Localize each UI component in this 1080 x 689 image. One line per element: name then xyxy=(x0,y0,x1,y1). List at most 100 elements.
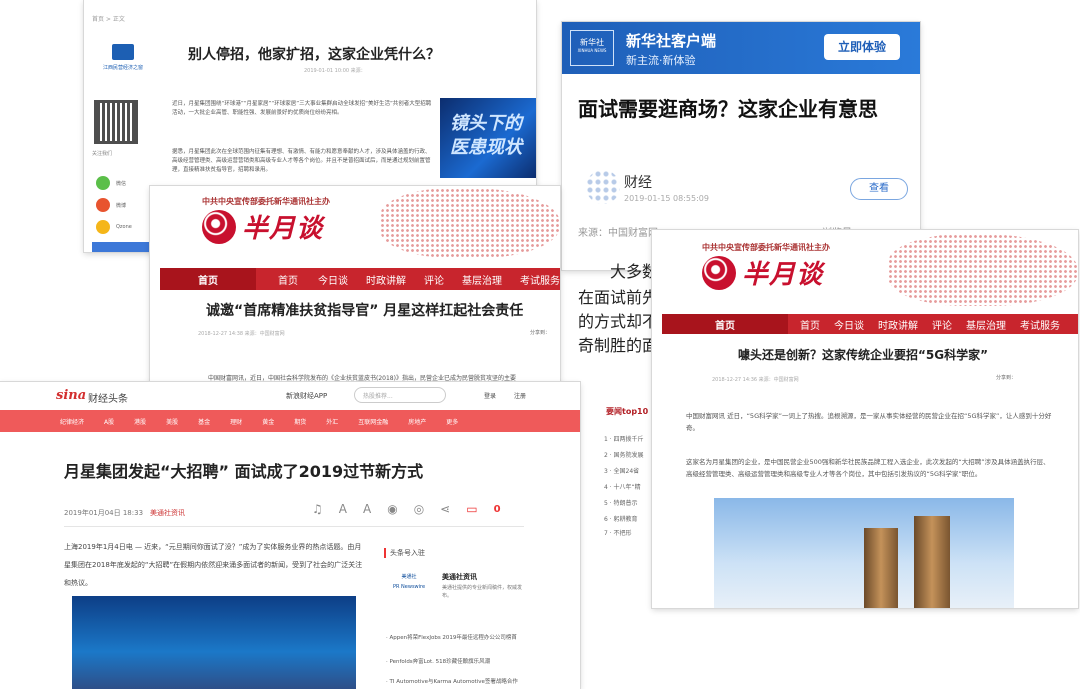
try-now-button[interactable]: 立即体验 xyxy=(824,34,900,60)
share-label: 分享到： xyxy=(996,375,1017,381)
share-qzone[interactable]: Qzone xyxy=(96,216,132,238)
weibo-icon xyxy=(96,198,110,212)
sina-logo[interactable]: sina xyxy=(56,388,86,403)
font-decrease-icon[interactable]: A xyxy=(339,502,347,516)
nav-item[interactable]: 港股 xyxy=(134,417,146,426)
body-line: 的方式却不 xyxy=(578,312,659,331)
nav-item[interactable]: 纪律经济 xyxy=(60,417,84,426)
related-link[interactable]: · TI Automotive与Karma Automotive签署战略合作 xyxy=(386,678,536,686)
article-from: 来源：中国财富网 xyxy=(578,228,658,239)
nav-item[interactable]: 时政讲解 xyxy=(366,272,406,287)
nav-home-active[interactable]: 首页 xyxy=(160,268,256,290)
xinhua-logo: 新华社 XINHUA NEWS xyxy=(570,30,614,66)
article-card-banyuetan-1: 中共中央宣传部委托新华通讯社主办 半月谈 首页 首页 今日谈 时政讲解 评论 基… xyxy=(150,186,560,396)
nav-item[interactable]: 首页 xyxy=(800,317,820,332)
related-link[interactable]: · Penfolds奔富Lot. 518珍藏佳酿旗乐风潮 xyxy=(386,658,536,666)
qr-code xyxy=(94,100,138,144)
audio-icon[interactable]: ♫ xyxy=(312,502,323,516)
nav-item[interactable]: 基金 xyxy=(198,417,210,426)
wechat-share-icon[interactable]: ◎ xyxy=(414,502,424,516)
register-link[interactable]: 注册 xyxy=(514,391,526,400)
weibo-share-icon[interactable]: ◉ xyxy=(387,502,397,516)
article-lead: 上海2019年1月4日电 — 近来，“元旦期间你面试了没？”成为了实体服务业界的… xyxy=(64,543,363,587)
article-title: 诚邀“首席精准扶贫指导官” 月星这样扛起社会责任 xyxy=(206,303,524,319)
comment-count[interactable]: 0 xyxy=(494,504,501,515)
breadcrumb[interactable]: 首页 > 正文 xyxy=(92,14,125,23)
source-name[interactable]: 财经 xyxy=(624,172,652,192)
qr-caption: 关注我们 xyxy=(92,151,113,157)
font-increase-icon[interactable]: A xyxy=(363,502,371,516)
nav-item[interactable]: 首页 xyxy=(278,272,298,287)
article-title: 月星集团发起“大招聘” 面试成了2019过节新方式 xyxy=(64,462,424,481)
site-logo-text: 江西民营经济之窗 xyxy=(102,65,143,71)
site-logo[interactable]: 江西民营经济之窗 xyxy=(98,44,148,78)
search-input[interactable]: 热股推荐... xyxy=(354,387,446,403)
nav-item[interactable]: 今日谈 xyxy=(834,317,864,332)
source-avatar[interactable] xyxy=(586,170,620,204)
list-item[interactable]: 3 · 全国24省 xyxy=(604,466,639,475)
nav-item[interactable]: 评论 xyxy=(932,317,952,332)
masthead-byline: 中共中央宣传部委托新华通讯社主办 xyxy=(702,243,830,252)
nav-item[interactable]: 互联网金融 xyxy=(358,417,388,426)
article-tools: ♫ A A ◉ ◎ ⋖ ▭ 0 xyxy=(312,502,501,516)
nav-item[interactable]: 基层治理 xyxy=(462,272,502,287)
nav-item[interactable]: 美股 xyxy=(166,417,178,426)
related-link[interactable]: · Appen将荣FlexJobs 2019年最佳远程办公公司榜首 xyxy=(386,634,536,642)
comment-icon[interactable]: ▭ xyxy=(466,502,477,516)
nav-item[interactable]: 黄金 xyxy=(262,417,274,426)
body-line: 在面试前先 xyxy=(578,288,659,307)
nav-item[interactable]: 考试服务 xyxy=(1020,317,1060,332)
channel-name[interactable]: 财经头条 xyxy=(88,390,128,405)
article-meta: 2018-12-27 14:38 来源：中国财富网 xyxy=(198,331,285,337)
article-title: 噱头还是创新？这家传统企业要招“5G科学家” xyxy=(738,348,988,362)
nav-item[interactable]: 评论 xyxy=(424,272,444,287)
app-link[interactable]: 新浪财经APP xyxy=(286,391,327,401)
login-link[interactable]: 登录 xyxy=(484,391,496,400)
nav-item[interactable]: A股 xyxy=(104,417,114,426)
main-nav: 首页 首页 今日谈 时政讲解 评论 基层治理 考试服务 xyxy=(662,314,1078,334)
globe-icon xyxy=(202,209,236,244)
banyuetan-logo[interactable]: 半月谈 xyxy=(702,254,823,291)
list-item[interactable]: 1 · 四两拨千斤 xyxy=(604,434,644,443)
share-label: 分享到： xyxy=(530,330,551,336)
main-nav: 首页 首页 今日谈 时政讲解 评论 基层治理 考试服务 xyxy=(160,268,560,290)
list-item[interactable]: 7 · 不把形 xyxy=(604,528,632,537)
list-item[interactable]: 6 · 躬耕教育 xyxy=(604,514,638,523)
article-photo xyxy=(72,596,356,689)
nav-item[interactable]: 基层治理 xyxy=(966,317,1006,332)
world-map xyxy=(888,234,1078,306)
world-map xyxy=(380,188,560,258)
nav-item[interactable]: 今日谈 xyxy=(318,272,348,287)
list-item[interactable]: 2 · 国务院发展 xyxy=(604,450,644,459)
nav-home-active[interactable]: 首页 xyxy=(662,314,788,334)
article-paragraph: 据悉，月星集团此次在全球范围内征集有理想、有激情、有能力和愿意奉献的人才，涉及具… xyxy=(172,149,431,173)
article-source[interactable]: 美通社资讯 xyxy=(150,508,185,518)
blue-tab[interactable] xyxy=(92,242,152,252)
publisher-desc: 美通社提供的专业新闻稿件，权威发布。 xyxy=(442,585,523,599)
article-meta: 2018-12-27 14:36 来源：中国财富网 xyxy=(712,377,799,383)
publisher-name[interactable]: 美通社资讯 xyxy=(442,572,477,582)
share-weibo[interactable]: 微博 xyxy=(96,194,132,216)
wechat-icon xyxy=(96,176,110,190)
nav-item[interactable]: 更多 xyxy=(446,417,458,426)
nav-item[interactable]: 房地产 xyxy=(408,417,426,426)
nav-item[interactable]: 考试服务 xyxy=(520,272,560,287)
ad-banner[interactable]: 镜头下的医患现状 xyxy=(440,98,536,178)
list-item[interactable]: 5 · 特朗普示 xyxy=(604,498,638,507)
prnewswire-logo[interactable]: 美通社 PR Newswire xyxy=(384,572,434,602)
divider xyxy=(64,526,524,527)
share-list: 微信 微博 Qzone xyxy=(96,172,132,238)
article-photo xyxy=(714,498,1014,608)
nav-item[interactable]: 时政讲解 xyxy=(878,317,918,332)
banyuetan-logo[interactable]: 半月谈 xyxy=(202,208,323,245)
view-button[interactable]: 查看 xyxy=(850,178,908,200)
nav-item[interactable]: 理财 xyxy=(230,417,242,426)
share-icon[interactable]: ⋖ xyxy=(440,502,450,516)
list-item[interactable]: 4 · 十八年“精 xyxy=(604,482,641,491)
channel-nav: 纪律经济 A股 港股 美股 基金 理财 黄金 期货 外汇 互联网金融 房地产 更… xyxy=(0,410,580,432)
sidebar-title: 头条号入驻 xyxy=(384,548,425,558)
share-wechat[interactable]: 微信 xyxy=(96,172,132,194)
article-meta: 2019-01-01 10:00 来源： xyxy=(304,68,366,74)
nav-item[interactable]: 期货 xyxy=(294,417,306,426)
nav-item[interactable]: 外汇 xyxy=(326,417,338,426)
